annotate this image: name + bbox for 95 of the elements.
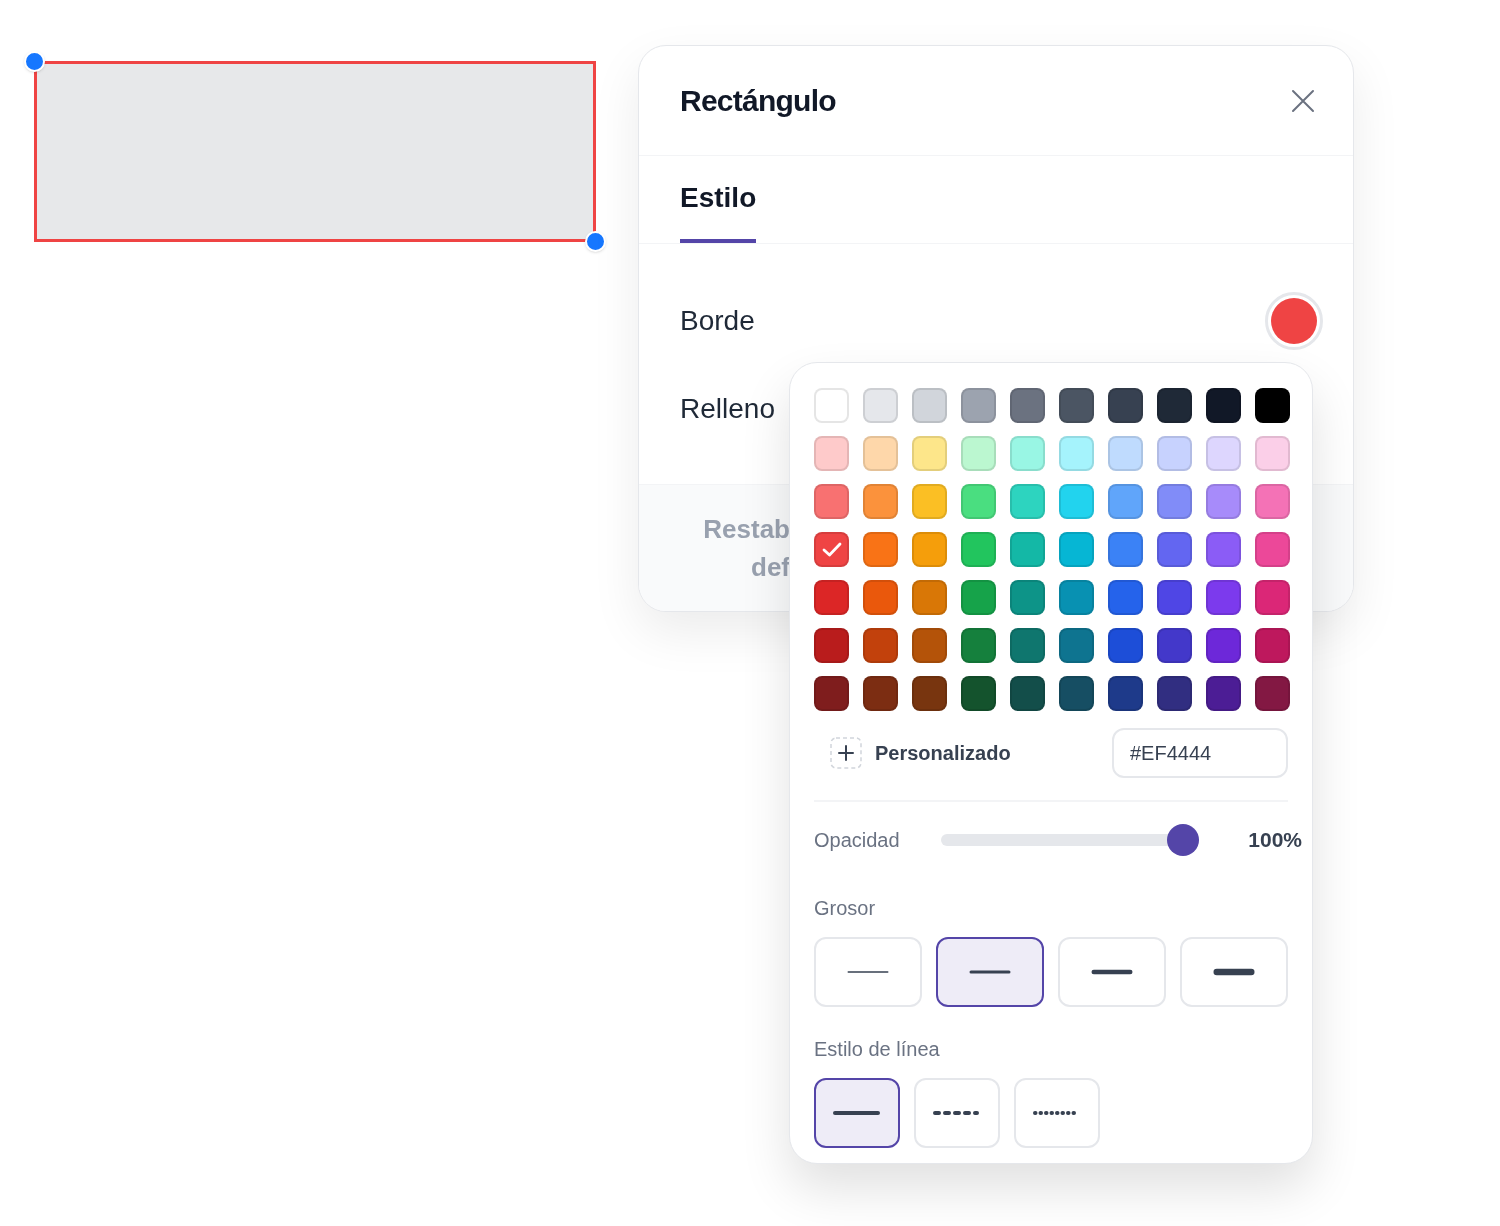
custom-color-button[interactable]: Personalizado	[814, 737, 1011, 769]
color-swatch[interactable]	[912, 532, 947, 567]
color-swatch[interactable]	[912, 676, 947, 711]
color-swatch[interactable]	[1059, 628, 1094, 663]
color-swatch[interactable]	[1206, 484, 1241, 519]
color-swatch[interactable]	[863, 388, 898, 423]
color-swatch[interactable]	[814, 628, 849, 663]
resize-handle[interactable]	[24, 51, 45, 72]
color-swatch[interactable]	[1255, 628, 1290, 663]
color-swatch[interactable]	[814, 436, 849, 471]
color-swatch[interactable]	[1206, 628, 1241, 663]
section-label: Estilo de línea	[814, 1037, 941, 1061]
color-swatch[interactable]	[1255, 388, 1290, 423]
color-swatch[interactable]	[1206, 580, 1241, 615]
line-icon	[1213, 968, 1255, 976]
color-swatch[interactable]	[1010, 484, 1045, 519]
color-swatch[interactable]	[1108, 532, 1143, 567]
color-swatch[interactable]	[814, 676, 849, 711]
color-swatch[interactable]	[1108, 436, 1143, 471]
color-swatch[interactable]	[1255, 436, 1290, 471]
color-swatch[interactable]	[1157, 532, 1192, 567]
color-swatch[interactable]	[961, 532, 996, 567]
color-swatch[interactable]	[1010, 580, 1045, 615]
color-swatch[interactable]	[1059, 388, 1094, 423]
color-swatch[interactable]	[912, 580, 947, 615]
color-swatch[interactable]	[814, 388, 849, 423]
color-swatch[interactable]	[1108, 484, 1143, 519]
color-swatch[interactable]	[814, 484, 849, 519]
section-label: Grosor	[814, 896, 877, 920]
color-swatch[interactable]	[1255, 676, 1290, 711]
line-icon	[969, 968, 1011, 976]
color-swatch[interactable]	[1206, 676, 1241, 711]
color-swatch[interactable]	[863, 484, 898, 519]
color-swatch[interactable]	[1059, 532, 1094, 567]
checkmark-icon	[821, 541, 842, 558]
resize-handle[interactable]	[585, 231, 606, 252]
color-swatch[interactable]	[912, 388, 947, 423]
property-label: Borde	[680, 304, 755, 338]
color-swatch[interactable]	[1108, 580, 1143, 615]
color-swatch[interactable]	[1059, 580, 1094, 615]
color-swatch[interactable]	[961, 388, 996, 423]
color-swatch[interactable]	[961, 580, 996, 615]
dashed-line-icon	[932, 1110, 982, 1116]
color-swatch[interactable]	[1059, 484, 1094, 519]
color-swatch[interactable]	[863, 580, 898, 615]
line-icon	[1091, 968, 1133, 976]
solid-line-icon	[832, 1110, 882, 1116]
color-swatch[interactable]	[1206, 436, 1241, 471]
color-swatch[interactable]	[1206, 532, 1241, 567]
color-swatch[interactable]	[1010, 532, 1045, 567]
color-swatch[interactable]	[961, 676, 996, 711]
color-swatch[interactable]	[863, 628, 898, 663]
color-swatch[interactable]	[1206, 388, 1241, 423]
opacity-value: 100%	[1248, 827, 1302, 854]
color-swatch[interactable]	[1059, 436, 1094, 471]
line-option[interactable]	[936, 937, 1044, 1007]
color-swatch[interactable]	[814, 580, 849, 615]
plus-icon	[830, 737, 862, 769]
color-swatch[interactable]	[1157, 388, 1192, 423]
panel-title: Rectángulo	[680, 83, 836, 119]
color-swatch[interactable]	[1010, 388, 1045, 423]
tab[interactable]: Estilo	[680, 156, 757, 243]
line-option[interactable]	[814, 1078, 900, 1148]
color-swatch[interactable]	[961, 436, 996, 471]
color-swatch[interactable]	[912, 628, 947, 663]
color-swatch[interactable]	[1108, 388, 1143, 423]
color-swatch[interactable]	[961, 484, 996, 519]
color-swatch[interactable]	[961, 628, 996, 663]
property-label: Relleno	[680, 392, 775, 426]
color-swatch[interactable]	[1255, 580, 1290, 615]
color-swatch[interactable]	[1157, 628, 1192, 663]
color-swatch[interactable]	[814, 532, 849, 567]
color-swatch[interactable]	[1010, 676, 1045, 711]
color-swatch[interactable]	[1059, 676, 1094, 711]
color-swatch[interactable]	[1255, 532, 1290, 567]
slider-thumb[interactable]	[1167, 824, 1199, 856]
color-swatch[interactable]	[1157, 580, 1192, 615]
color-swatch[interactable]	[863, 676, 898, 711]
line-icon	[847, 968, 889, 976]
color-swatch[interactable]	[1108, 628, 1143, 663]
color-swatch[interactable]	[912, 436, 947, 471]
color-swatch[interactable]	[1255, 484, 1290, 519]
color-swatch[interactable]	[1108, 676, 1143, 711]
color-swatch[interactable]	[1010, 436, 1045, 471]
color-swatch[interactable]	[1010, 628, 1045, 663]
color-swatch[interactable]	[912, 484, 947, 519]
opacity-slider[interactable]	[941, 824, 1197, 856]
color-swatch[interactable]	[1157, 484, 1192, 519]
color-swatch[interactable]	[1157, 676, 1192, 711]
opacity-label: Opacidad	[814, 828, 901, 853]
color-swatch[interactable]	[863, 436, 898, 471]
color-swatch[interactable]	[1157, 436, 1192, 471]
rectangle-shape[interactable]	[34, 61, 596, 242]
color-swatch[interactable]	[863, 532, 898, 567]
hex-input-field[interactable]: #EF4444	[1112, 728, 1288, 778]
